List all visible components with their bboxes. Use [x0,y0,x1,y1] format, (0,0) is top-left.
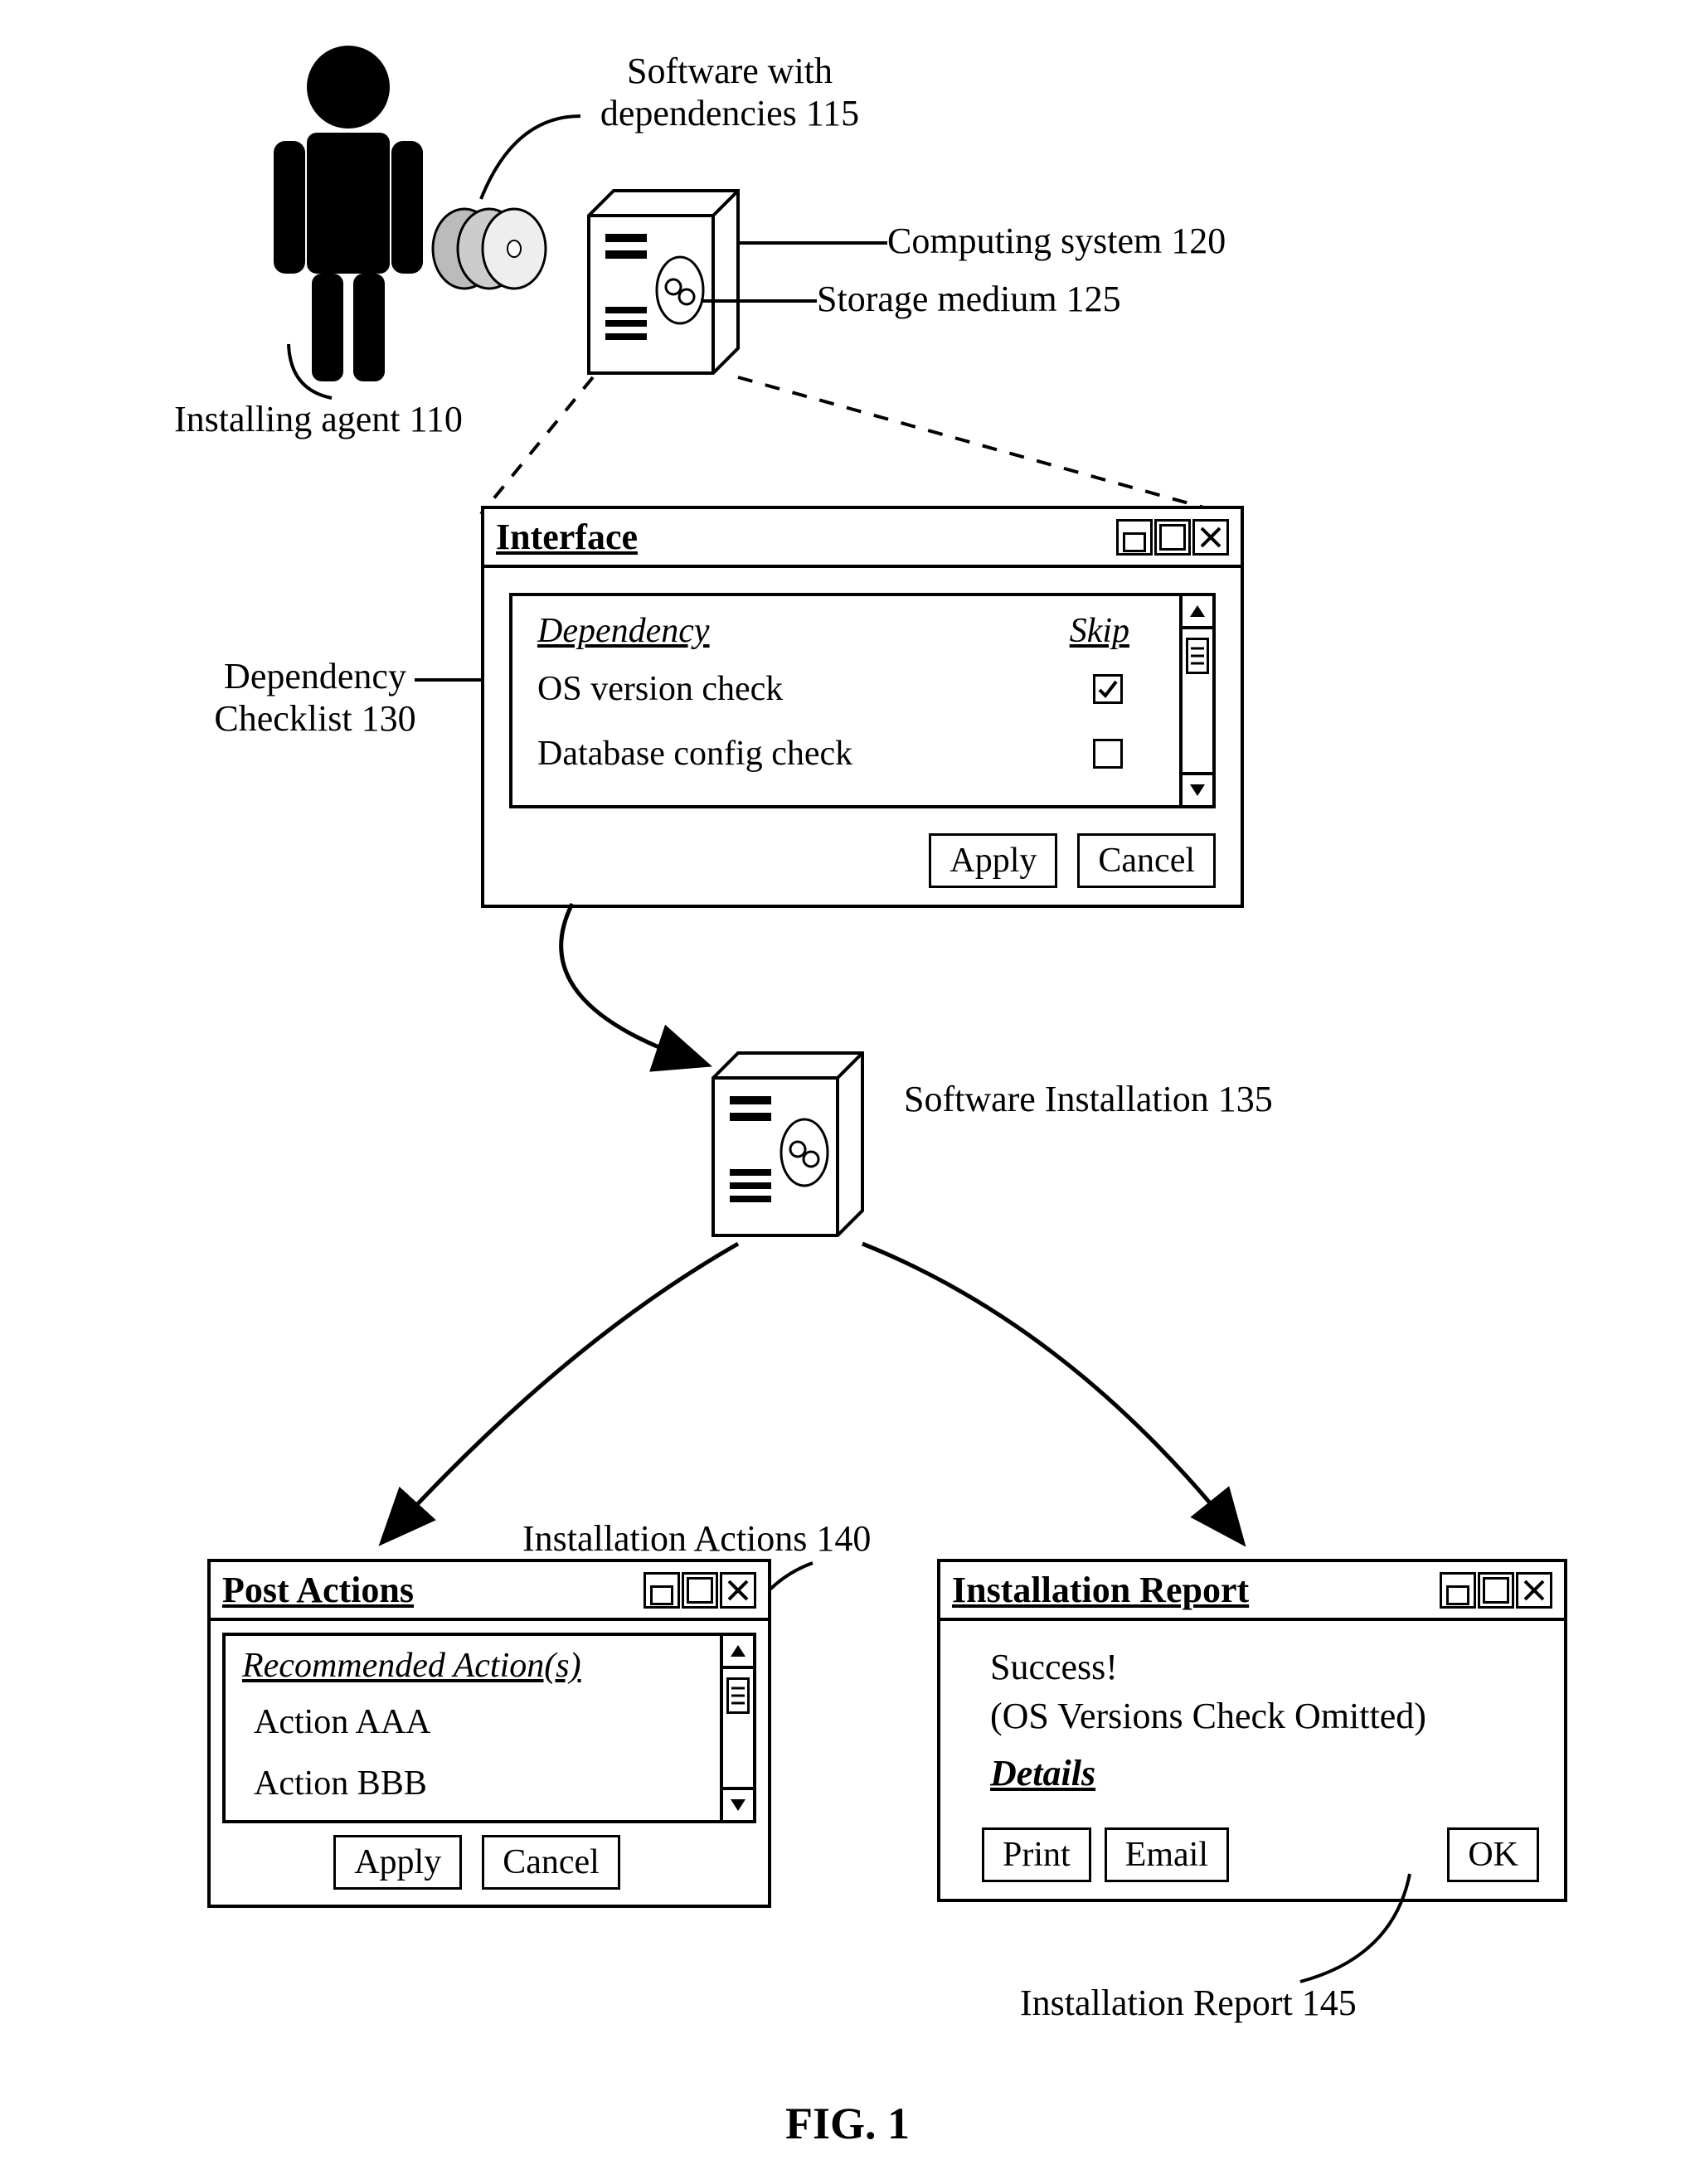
cancel-button[interactable]: Cancel [1077,833,1216,888]
close-button[interactable] [1192,519,1229,556]
scroll-thumb[interactable] [726,1677,750,1714]
scroll-up-icon[interactable] [1183,596,1212,629]
installation-report-window: Installation Report Success! (OS Version… [937,1559,1567,1902]
label-software-installation: Software Installation 135 [904,1078,1273,1120]
maximize-button[interactable] [682,1572,718,1609]
computer-icon [705,1045,871,1248]
pointer-line [440,108,605,216]
dependency-name: OS version check [537,669,783,709]
report-status: Success! [990,1646,1539,1688]
label-computing-system: Computing system 120 [887,220,1226,262]
maximize-button[interactable] [1478,1572,1514,1609]
interface-window: Interface Dependency Skip OS version che… [481,506,1244,908]
pointer-line [1294,1866,1426,1990]
flow-arrow [332,1227,796,1559]
apply-button[interactable]: Apply [333,1835,462,1890]
action-item: Action AAA [254,1702,703,1742]
dependency-row: Database config check [537,734,1163,774]
interface-titlebar: Interface [484,509,1241,568]
scrollbar[interactable] [720,1636,753,1820]
window-controls [644,1572,756,1609]
report-title: Installation Report [952,1569,1249,1611]
pointer-line [701,297,817,305]
label-software-deps: Software with dependencies 115 [564,50,896,134]
close-button[interactable] [1516,1572,1552,1609]
cancel-button[interactable]: Cancel [482,1835,620,1890]
action-item: Action BBB [254,1764,703,1803]
pointer-line [738,239,887,247]
minimize-button[interactable] [644,1572,680,1609]
actions-panel: Recommended Action(s) Action AAA Action … [222,1633,756,1823]
label-installation-actions: Installation Actions 140 [522,1517,871,1560]
label-dependency-checklist: Dependency Checklist 130 [199,655,431,740]
interface-title: Interface [496,516,638,558]
computer-icon [580,182,746,386]
scroll-down-icon[interactable] [1183,772,1212,805]
col-skip: Skip [1070,611,1129,651]
details-link[interactable]: Details [990,1752,1539,1794]
label-storage-medium: Storage medium 125 [817,278,1121,320]
recommended-actions-header: Recommended Action(s) [242,1646,703,1686]
minimize-button[interactable] [1116,519,1153,556]
minimize-button[interactable] [1440,1572,1476,1609]
report-titlebar: Installation Report [940,1562,1564,1621]
scroll-down-icon[interactable] [723,1787,753,1820]
window-controls [1440,1572,1552,1609]
apply-button[interactable]: Apply [929,833,1057,888]
maximize-button[interactable] [1154,519,1191,556]
close-button[interactable] [720,1572,756,1609]
col-dependency: Dependency [537,611,710,651]
window-controls [1116,519,1229,556]
dependency-name: Database config check [537,734,852,774]
skip-checkbox[interactable] [1093,739,1123,769]
scrollbar[interactable] [1179,596,1212,805]
figure-caption: FIG. 1 [0,2098,1695,2149]
post-actions-title: Post Actions [222,1569,414,1611]
email-button[interactable]: Email [1105,1827,1229,1882]
report-note: (OS Versions Check Omitted) [990,1695,1539,1737]
ok-button[interactable]: OK [1447,1827,1539,1882]
scroll-up-icon[interactable] [723,1636,753,1669]
scroll-thumb[interactable] [1186,638,1209,674]
dependency-row: OS version check [537,669,1163,709]
print-button[interactable]: Print [982,1827,1091,1882]
post-actions-window: Post Actions Recommended Action(s) Actio… [207,1559,771,1908]
pointer-line [282,340,348,406]
post-actions-titlebar: Post Actions [211,1562,768,1621]
skip-checkbox[interactable] [1093,674,1123,704]
flow-arrow [838,1227,1302,1559]
dependency-panel: Dependency Skip OS version check Databas… [509,593,1216,808]
